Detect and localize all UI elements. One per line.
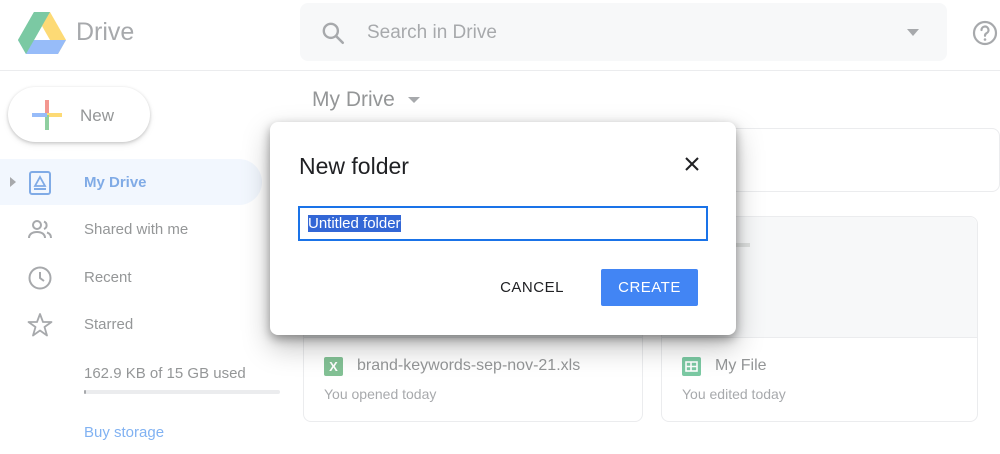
cancel-button[interactable]: CANCEL [491, 269, 573, 306]
close-icon[interactable] [682, 154, 702, 174]
dialog-title: New folder [299, 153, 409, 179]
new-folder-dialog: New folder CANCEL CREATE [270, 122, 736, 335]
create-button[interactable]: CREATE [601, 269, 698, 306]
folder-name-input[interactable] [298, 206, 708, 241]
